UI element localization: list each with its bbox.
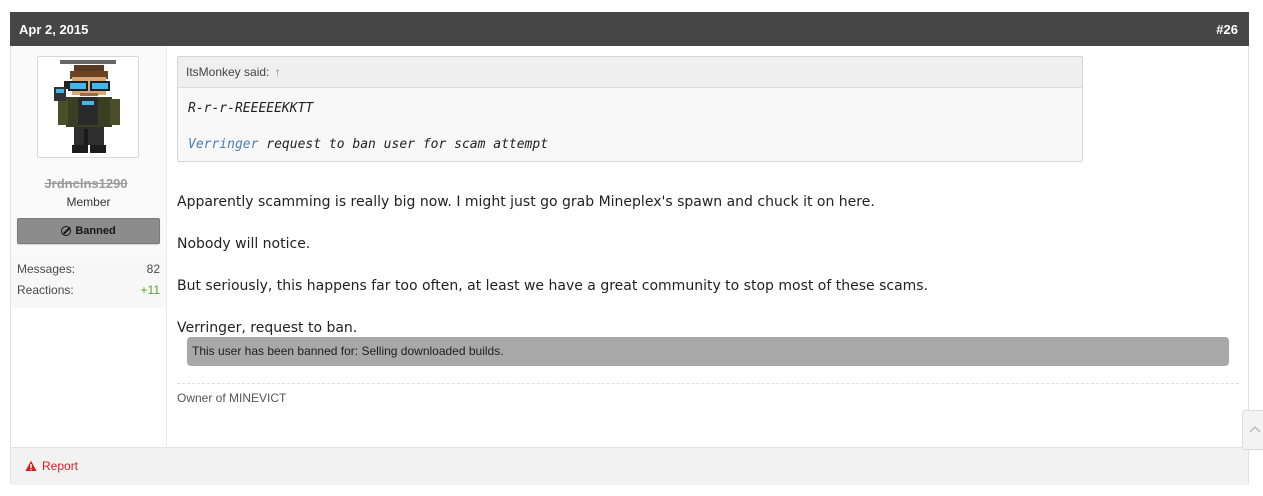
chevron-up-icon (1249, 425, 1261, 433)
banned-banner-label: Banned (75, 225, 116, 237)
quote-author: ItsMonkey said: (186, 65, 270, 79)
avatar-image (38, 57, 138, 157)
stat-messages: Messages: 82 (17, 262, 160, 276)
post-date[interactable]: Apr 2, 2015 (19, 22, 88, 37)
stat-reactions: Reactions: +11 (17, 283, 160, 297)
post-header: Apr 2, 2015 #26 (10, 12, 1249, 46)
ban-icon (61, 226, 72, 236)
username[interactable]: Jrdnclns1290 (11, 176, 161, 191)
stat-value[interactable]: 82 (147, 262, 160, 276)
message-paragraph: Nobody will notice. (177, 236, 311, 252)
scroll-to-top-button[interactable] (1242, 410, 1263, 450)
quote-header: ItsMonkey said: ↑ (178, 57, 1082, 88)
stat-label: Messages: (17, 262, 76, 276)
user-title: Member (66, 195, 111, 209)
banned-banner: Banned (17, 218, 160, 244)
stat-value: +11 (140, 283, 160, 297)
report-button[interactable]: Report (25, 459, 78, 473)
quote-block: ItsMonkey said: ↑ R-r-r-REEEEEKKTT Verri… (177, 56, 1083, 162)
avatar[interactable] (37, 56, 139, 158)
quote-text-rest: request to ban user for scam attempt (258, 137, 549, 152)
post-footer: Report (11, 447, 1248, 485)
jump-to-quote-icon[interactable]: ↑ (275, 65, 281, 79)
report-label: Report (42, 459, 79, 473)
ban-notice: This user has been banned for: Selling d… (187, 337, 1229, 366)
quote-text-line: Verringer request to ban user for scam a… (188, 137, 548, 152)
signature-divider (177, 383, 1239, 384)
quote-mention-link[interactable]: Verringer (188, 137, 258, 152)
message-paragraph: Apparently scamming is really big now. I… (177, 194, 875, 210)
signature: Owner of MINEVICT (177, 391, 287, 405)
user-stats: Messages: 82 Reactions: +11 (11, 257, 166, 307)
post-permalink[interactable]: #26 (1216, 22, 1238, 37)
message-paragraph: But seriously, this happens far too ofte… (177, 278, 929, 294)
stat-label: Reactions: (17, 283, 74, 297)
user-info-column: Jrdnclns1290 Member Banned Messages: 82 … (11, 46, 167, 447)
warning-icon (25, 460, 37, 471)
quote-text: R-r-r-REEEEEKKTT (188, 101, 314, 116)
quote-attribution: ItsMonkey said: ↑ (186, 65, 281, 79)
forum-post: Apr 2, 2015 #26 Jrdnclns1290 Member Bann… (10, 12, 1249, 485)
message-paragraph: Verringer, request to ban. (177, 320, 358, 336)
